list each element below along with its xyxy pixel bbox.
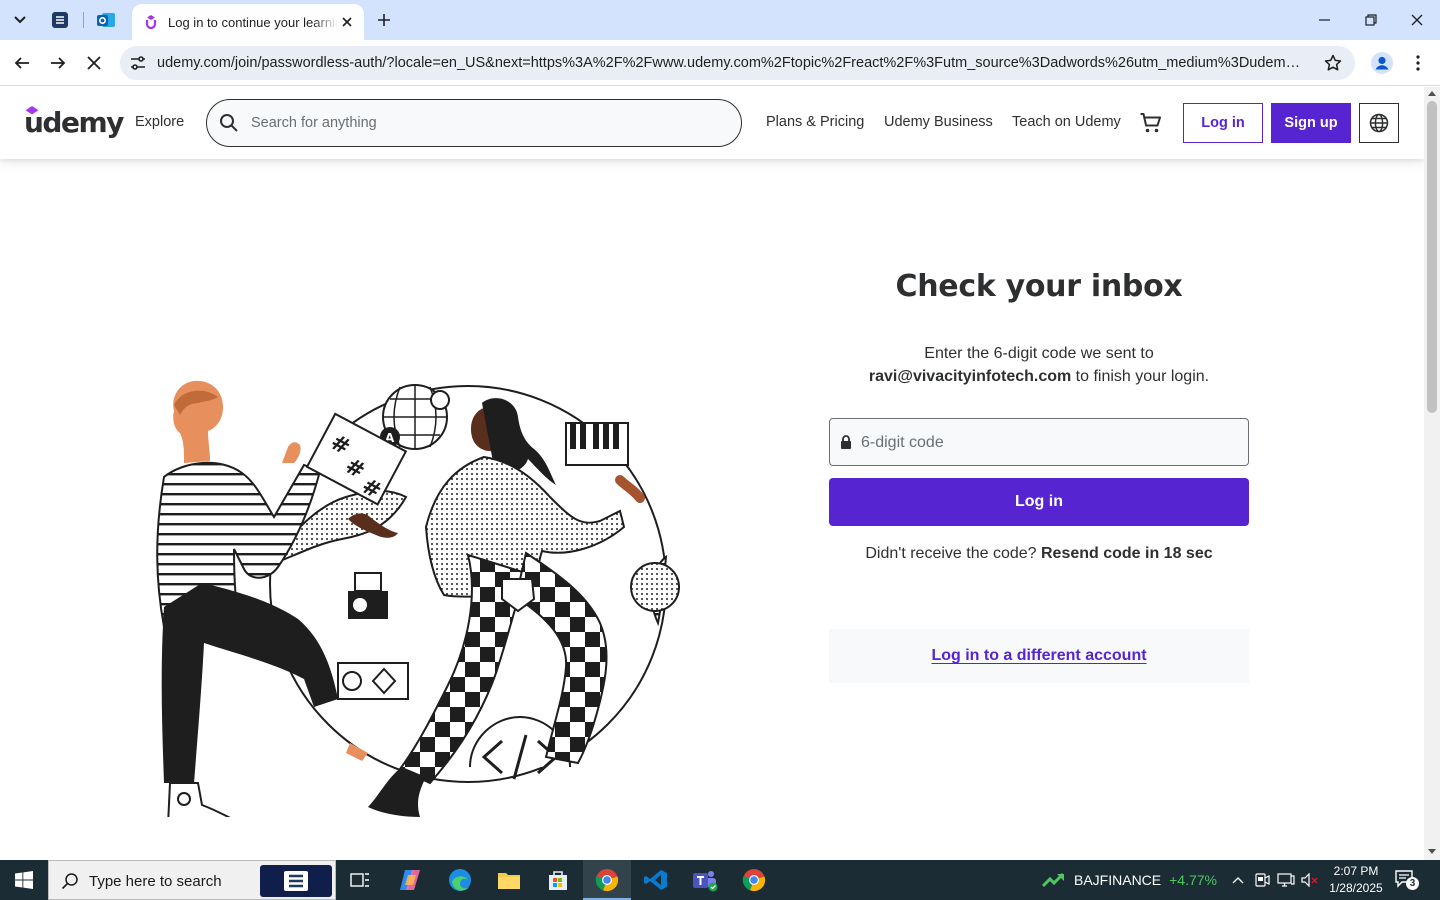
tray-meet-now-icon[interactable] — [1252, 870, 1272, 890]
language-selector-button[interactable] — [1359, 103, 1399, 143]
tray-network-icon[interactable] — [1276, 870, 1296, 890]
header-signup-button[interactable]: Sign up — [1271, 103, 1351, 143]
copilot-icon[interactable] — [386, 860, 434, 900]
explore-link[interactable]: Explore — [135, 114, 184, 130]
scroll-down-arrow-icon[interactable] — [1428, 849, 1436, 854]
forward-arrow-icon[interactable] — [44, 49, 72, 77]
plans-pricing-link[interactable]: Plans & Pricing — [766, 114, 864, 130]
clock-time: 2:07 PM — [1333, 864, 1379, 878]
address-url[interactable]: udemy.com/join/passwordless-auth/?locale… — [157, 55, 1307, 71]
profile-avatar-icon[interactable] — [1368, 49, 1396, 77]
search-input[interactable] — [251, 112, 721, 134]
udemy-logo-hat-icon — [25, 106, 39, 115]
search-icon[interactable] — [219, 113, 239, 133]
window-minimize-icon[interactable] — [1302, 0, 1348, 40]
chrome-profile-icon[interactable] — [730, 860, 778, 900]
header-login-button[interactable]: Log in — [1183, 103, 1263, 143]
tab-title: Log in to continue your learning journey… — [168, 14, 338, 30]
site-info-tune-icon[interactable] — [128, 53, 148, 73]
taskbar-search-box[interactable]: Type here to search — [48, 860, 336, 900]
windows-start-icon[interactable] — [0, 860, 48, 900]
different-account-box: Log in to a different account — [829, 629, 1249, 683]
microsoft-store-icon[interactable] — [534, 860, 582, 900]
stock-trend-up-icon — [1042, 872, 1065, 888]
globe-icon — [1369, 113, 1389, 133]
resend-code-link[interactable]: Resend code in 18 sec — [1041, 545, 1213, 562]
udemy-business-link[interactable]: Udemy Business — [884, 114, 993, 130]
scroll-thumb[interactable] — [1427, 101, 1437, 413]
search-highlight-sheets-icon[interactable] — [260, 865, 332, 897]
bookmark-star-icon[interactable] — [1323, 53, 1343, 73]
resend-prefix: Didn't receive the code? — [865, 545, 1041, 562]
pinned-tab-sheets-icon[interactable] — [42, 6, 78, 34]
different-account-link[interactable]: Log in to a different account — [931, 647, 1146, 665]
shopping-cart-icon[interactable] — [1139, 111, 1163, 135]
udemy-page: udemy Explore Plans & Pricing Udemy Busi… — [0, 87, 1424, 860]
auth-description: Enter the 6-digit code we sent to ravi@v… — [829, 342, 1249, 388]
udemy-logo[interactable]: udemy — [24, 104, 124, 142]
page-scrollbar[interactable] — [1424, 87, 1440, 860]
stop-loading-icon[interactable] — [80, 49, 108, 77]
code-input[interactable] — [861, 432, 1231, 454]
tray-volume-muted-icon[interactable] — [1300, 870, 1320, 890]
pinned-tab-outlook-icon[interactable] — [88, 6, 124, 34]
taskbar-search-placeholder: Type here to search — [89, 873, 222, 890]
notification-count-badge: 3 — [1406, 877, 1419, 890]
window-restore-icon[interactable] — [1348, 0, 1394, 40]
window-close-icon[interactable] — [1394, 0, 1440, 40]
login-button[interactable]: Log in — [829, 478, 1249, 526]
lock-icon — [841, 435, 851, 449]
edge-browser-icon[interactable] — [436, 860, 484, 900]
tab-search-chevron-icon[interactable] — [6, 6, 34, 34]
search-bar[interactable] — [206, 99, 742, 147]
auth-desc-prefix: Enter the 6-digit code we sent to — [924, 345, 1154, 362]
browser-toolbar: udemy.com/join/passwordless-auth/?locale… — [0, 40, 1440, 86]
taskbar-search-icon — [61, 873, 78, 890]
clock-date: 1/28/2025 — [1329, 881, 1383, 895]
notification-center-icon[interactable]: 3 — [1394, 869, 1420, 891]
teams-icon[interactable] — [681, 860, 729, 900]
new-tab-plus-icon[interactable] — [372, 8, 396, 32]
code-field[interactable] — [829, 418, 1249, 466]
taskbar-clock[interactable]: 2:07 PM 1/28/2025 — [1324, 863, 1388, 897]
task-view-icon[interactable] — [336, 860, 384, 900]
windows-taskbar: Type here to search BAJFINANCE +4.77% 2:… — [0, 860, 1440, 900]
tab-close-icon[interactable] — [338, 13, 356, 31]
login-illustration: A # # # — [156, 380, 680, 817]
browser-menu-kebab-icon[interactable] — [1406, 49, 1430, 77]
address-bar[interactable]: udemy.com/join/passwordless-auth/?locale… — [120, 46, 1355, 80]
scroll-up-arrow-icon[interactable] — [1428, 91, 1436, 96]
auth-title: Check your inbox — [895, 269, 1183, 304]
udemy-favicon-icon — [145, 15, 157, 29]
tab-udemy-login[interactable]: Log in to continue your learning journey… — [132, 4, 364, 40]
teach-on-udemy-link[interactable]: Teach on Udemy — [1012, 114, 1121, 130]
auth-email: ravi@vivacityinfotech.com — [868, 368, 1072, 385]
auth-desc-suffix: to finish your login. — [1071, 368, 1210, 385]
chrome-active-icon[interactable] — [583, 860, 631, 900]
back-arrow-icon[interactable] — [8, 49, 36, 77]
stock-name: BAJFINANCE — [1074, 872, 1162, 888]
stock-change: +4.77% — [1169, 872, 1217, 888]
browser-tabstrip: Log in to continue your learning journey… — [0, 0, 1440, 40]
site-header: udemy Explore Plans & Pricing Udemy Busi… — [0, 87, 1424, 159]
stock-widget[interactable]: BAJFINANCE +4.77% — [1042, 860, 1217, 900]
tray-chevron-up-icon[interactable] — [1228, 870, 1248, 890]
resend-row: Didn't receive the code? Resend code in … — [829, 545, 1249, 563]
vscode-icon[interactable] — [632, 860, 680, 900]
pinned-tab-separator — [83, 12, 84, 28]
file-explorer-icon[interactable] — [485, 860, 533, 900]
